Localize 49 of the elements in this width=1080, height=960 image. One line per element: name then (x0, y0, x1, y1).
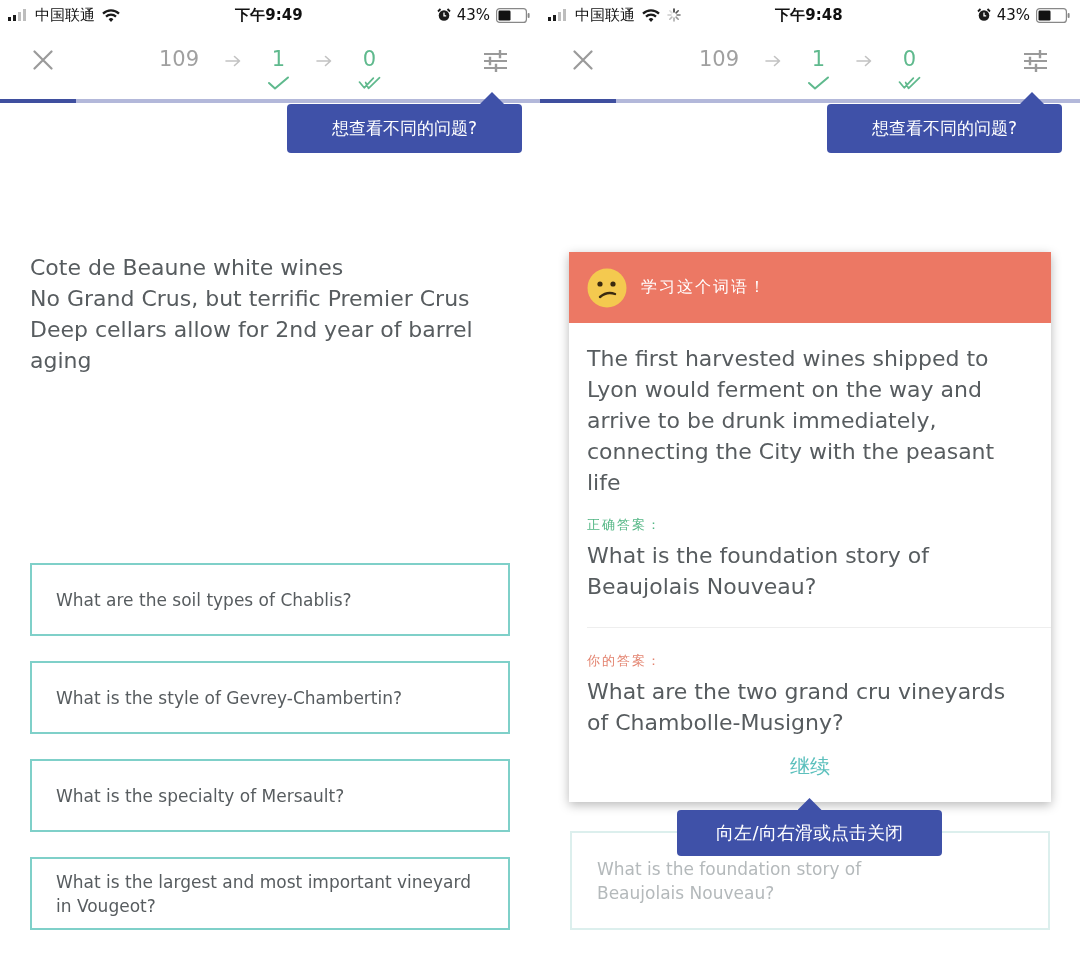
sliders-icon[interactable] (484, 50, 507, 72)
close-icon[interactable] (33, 50, 53, 70)
count-number: 1 (811, 47, 826, 71)
count-number: 1 (271, 47, 286, 71)
your-answer-text: What are the two grand cru vineyards of Chambolle-Musigny? (587, 678, 1007, 737)
check-icon (267, 76, 291, 90)
battery-icon (1036, 7, 1070, 23)
tooltip: 向左/向右滑或点击关闭 (677, 798, 942, 856)
arrow-right-icon (316, 55, 333, 67)
count-number: 109 (158, 47, 200, 71)
correct-answer-text: What is the foundation story of Beaujolais Nouveau? (587, 542, 931, 601)
card-title: 学习这个词语！ (641, 277, 767, 298)
answer-option[interactable]: What is the largest and most important vineyard in Vougeot? (30, 857, 510, 930)
count-number: 0 (362, 47, 377, 71)
double-check-icon (898, 76, 922, 90)
battery-icon (496, 7, 530, 23)
count-number: 0 (902, 47, 917, 71)
tooltip: 想查看不同的问题? (827, 92, 1062, 153)
signal-icon (8, 9, 28, 21)
answer-option[interactable]: What is the style of Gevrey-Chambertin? (30, 661, 510, 734)
clue-text: The first harvested wines shipped to Lyon would ferment on the way and arrive to be drunk immediately, connecting the City with the peasant life (587, 345, 996, 497)
arrow-right-icon (225, 55, 242, 67)
double-check-icon (358, 76, 382, 90)
answer-option[interactable]: What are the soil types of Chablis? (30, 563, 510, 636)
clue-line: Deep cellars allow for 2nd year of barrel aging (30, 316, 474, 375)
battery-percent: 43% (996, 6, 1030, 24)
sliders-icon[interactable] (1024, 50, 1047, 72)
arrow-right-icon (856, 55, 873, 67)
close-icon[interactable] (573, 50, 593, 70)
alarm-clock-icon (976, 8, 991, 22)
status-time: 下午9:48 (775, 5, 843, 25)
answer-option[interactable]: What is the specialty of Mersault? (30, 759, 510, 832)
tooltip: 想查看不同的问题? (287, 92, 522, 153)
clue-line: Cote de Beaune white wines (30, 254, 345, 282)
status-time: 下午9:49 (235, 5, 303, 25)
arrow-right-icon (765, 55, 782, 67)
carrier-name: 中国联通 (575, 5, 635, 25)
battery-percent: 43% (456, 6, 490, 24)
clue-line: No Grand Crus, but terrific Premier Crus (30, 285, 471, 313)
count-number: 109 (698, 47, 740, 71)
alarm-clock-icon (436, 8, 451, 22)
check-icon (807, 76, 831, 90)
confused-face-icon (587, 267, 627, 308)
carrier-name: 中国联通 (35, 5, 95, 25)
your-answer-label: 你的答案： (587, 652, 662, 670)
correct-answer-label: 正确答案： (587, 516, 662, 534)
wifi-icon (102, 8, 120, 22)
signal-icon (548, 9, 568, 21)
wifi-icon (642, 8, 660, 22)
